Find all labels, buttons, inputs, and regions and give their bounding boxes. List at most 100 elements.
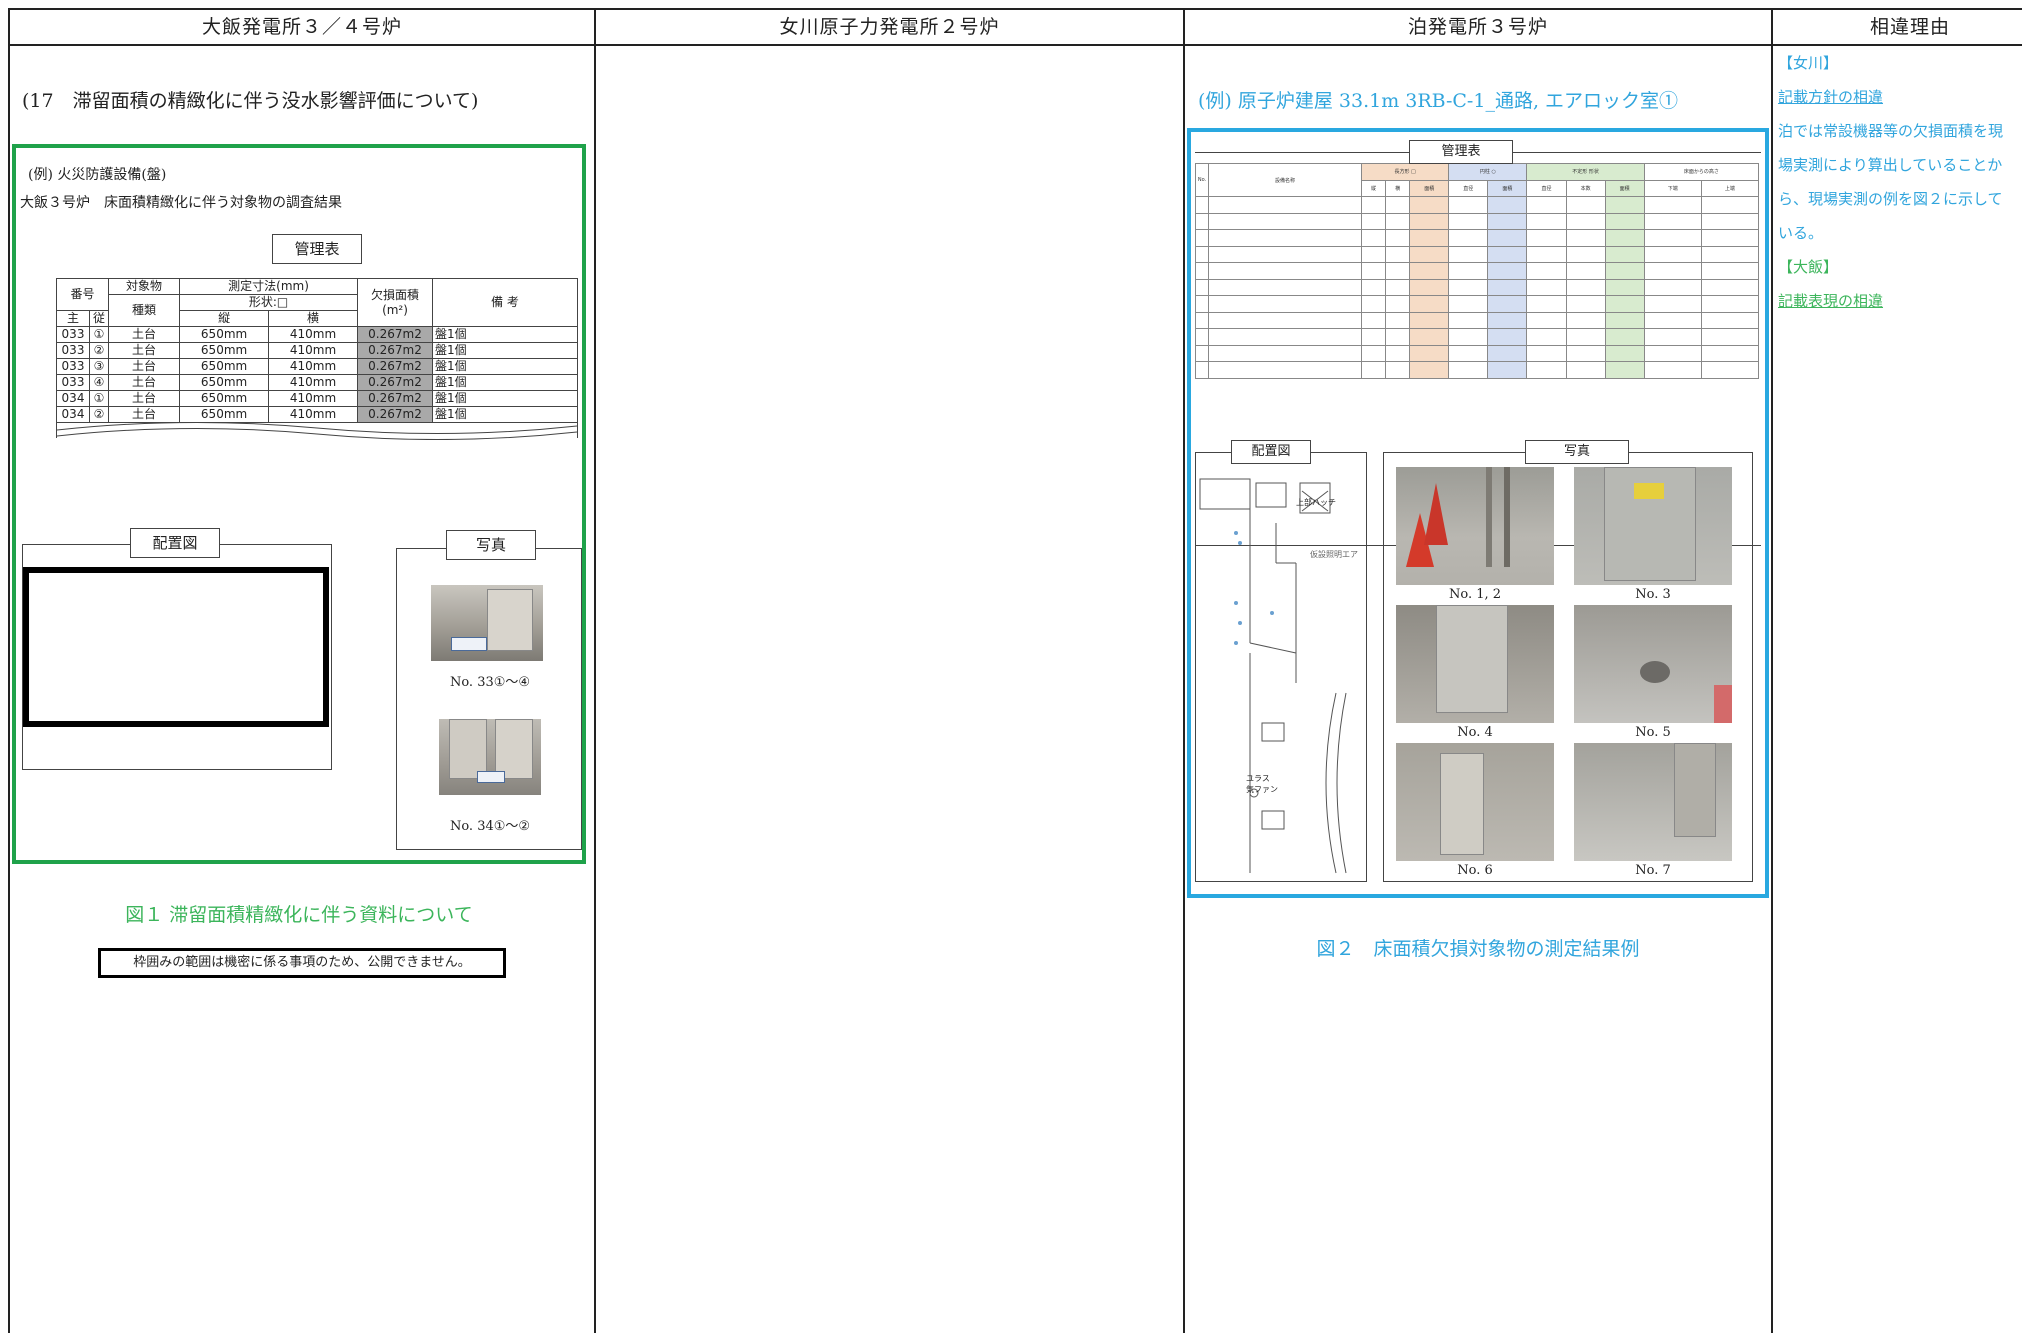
th-remarks: 備 考 bbox=[432, 278, 578, 327]
table-cell bbox=[1208, 344, 1362, 362]
ohi-figure-caption: 図１ 滞留面積精緻化に伴う資料について bbox=[125, 904, 473, 926]
label-plate bbox=[451, 637, 487, 651]
table-cell bbox=[1487, 262, 1528, 280]
table-cell bbox=[1208, 328, 1362, 346]
photo-33 bbox=[431, 585, 543, 661]
pt-th: 横 bbox=[1385, 179, 1411, 197]
table-row bbox=[1195, 262, 1760, 280]
map-label: 仮設照明エア bbox=[1310, 550, 1358, 559]
table-cell bbox=[1409, 295, 1450, 313]
table-break-wave bbox=[57, 421, 577, 440]
photo-no-4 bbox=[1396, 605, 1554, 723]
ohi-table-box: 番号 対象物 測定寸法(mm) 欠損面積 (m²) 備 考 種類 形状:□ 主 従… bbox=[56, 278, 578, 440]
header-onagawa: 女川原子力発電所２号炉 bbox=[779, 16, 1000, 38]
column-divider bbox=[1183, 8, 1185, 1333]
table-cell bbox=[1643, 311, 1702, 329]
table-cell bbox=[1700, 328, 1760, 346]
th-number: 番号 bbox=[56, 278, 109, 311]
cell-kind: 土台 bbox=[107, 358, 181, 375]
cell-sub: ② bbox=[89, 342, 109, 359]
th-horizontal: 横 bbox=[268, 310, 358, 327]
panel-shape bbox=[495, 719, 533, 779]
cell-remark: 盤1個 bbox=[432, 390, 578, 407]
table-cell bbox=[1409, 229, 1450, 247]
pt-th: No. bbox=[1195, 163, 1209, 197]
column-divider bbox=[594, 8, 596, 1333]
table-cell bbox=[1208, 229, 1362, 247]
table-cell bbox=[1604, 245, 1645, 263]
table-cell bbox=[1604, 278, 1645, 296]
table-cell bbox=[1565, 229, 1606, 247]
photo-33-caption: No. 33①～④ bbox=[449, 675, 531, 690]
table-cell bbox=[1487, 196, 1528, 214]
table-cell bbox=[1565, 311, 1606, 329]
table-cell bbox=[1409, 361, 1450, 379]
table-row bbox=[1195, 212, 1760, 230]
table-cell bbox=[1643, 361, 1702, 379]
ohi-example-label: (例) 火災防護設備(盤) bbox=[28, 167, 167, 183]
table-row bbox=[1195, 196, 1760, 214]
table-cell bbox=[1195, 229, 1209, 247]
reason-onagawa-body-4: いる。 bbox=[1778, 224, 1824, 242]
table-cell bbox=[1208, 361, 1362, 379]
table-cell bbox=[1448, 262, 1489, 280]
table-cell bbox=[1385, 212, 1411, 230]
table-cell bbox=[1385, 245, 1411, 263]
tomari-layout-tab: 配置図 bbox=[1231, 440, 1311, 464]
label-plate bbox=[477, 771, 505, 783]
caption-no-4: No. 4 bbox=[1457, 725, 1493, 740]
table-cell bbox=[1700, 229, 1760, 247]
table-cell bbox=[1195, 245, 1209, 263]
table-cell bbox=[1604, 229, 1645, 247]
table-row bbox=[1195, 361, 1760, 379]
table-cell bbox=[1195, 295, 1209, 313]
table-row bbox=[1195, 344, 1760, 362]
table-cell bbox=[1643, 262, 1702, 280]
table-row bbox=[1195, 278, 1760, 296]
ohi-photo-box: No. 33①～④ No. 34①～② bbox=[396, 548, 582, 850]
table-cell bbox=[1526, 229, 1567, 247]
table-cell bbox=[1208, 262, 1362, 280]
table-cell bbox=[1195, 311, 1209, 329]
pt-th: 設備名称 bbox=[1208, 163, 1362, 197]
table-cell bbox=[1700, 262, 1760, 280]
th-main: 主 bbox=[56, 310, 90, 327]
tomari-photo-tab: 写真 bbox=[1525, 440, 1629, 464]
table-row: 033 ③ 土台 650mm 410mm 0.267m2 盤1個 bbox=[56, 358, 578, 375]
table-cell bbox=[1385, 328, 1411, 346]
pt-th: 下端 bbox=[1643, 179, 1702, 197]
photo-no-3 bbox=[1574, 467, 1732, 585]
table-row: 033 ② 土台 650mm 410mm 0.267m2 盤1個 bbox=[56, 342, 578, 359]
traffic-cone bbox=[1424, 483, 1448, 545]
table-cell bbox=[1565, 262, 1606, 280]
table-cell bbox=[1487, 328, 1528, 346]
table-cell bbox=[1448, 311, 1489, 329]
table-cell bbox=[1195, 196, 1209, 214]
table-cell bbox=[1643, 344, 1702, 362]
pt-th: 円柱 ○ bbox=[1448, 163, 1528, 181]
table-cell bbox=[1487, 361, 1528, 379]
table-cell bbox=[1643, 328, 1702, 346]
cell-horizontal: 410mm bbox=[268, 326, 358, 343]
tomari-figure-caption: 図２ 床面積欠損対象物の測定結果例 bbox=[1316, 938, 1640, 960]
table-cell bbox=[1700, 196, 1760, 214]
table-row bbox=[1195, 229, 1760, 247]
table-cell bbox=[1565, 212, 1606, 230]
table-cell bbox=[1526, 262, 1567, 280]
table-cell bbox=[1360, 361, 1387, 379]
photo-no-6 bbox=[1396, 743, 1554, 861]
ohi-table-tab: 管理表 bbox=[272, 234, 362, 264]
table-cell bbox=[1526, 361, 1567, 379]
table-cell bbox=[1360, 344, 1387, 362]
cell-loss-area: 0.267m2 bbox=[357, 326, 433, 343]
table-cell bbox=[1360, 196, 1387, 214]
table-cell bbox=[1643, 229, 1702, 247]
cell-loss-area: 0.267m2 bbox=[357, 390, 433, 407]
table-cell bbox=[1448, 212, 1489, 230]
th-measure: 測定寸法(mm) bbox=[179, 278, 358, 295]
table-cell bbox=[1448, 328, 1489, 346]
cell-remark: 盤1個 bbox=[432, 326, 578, 343]
caption-no-7: No. 7 bbox=[1635, 863, 1671, 878]
table-cell bbox=[1448, 361, 1489, 379]
table-cell bbox=[1700, 245, 1760, 263]
